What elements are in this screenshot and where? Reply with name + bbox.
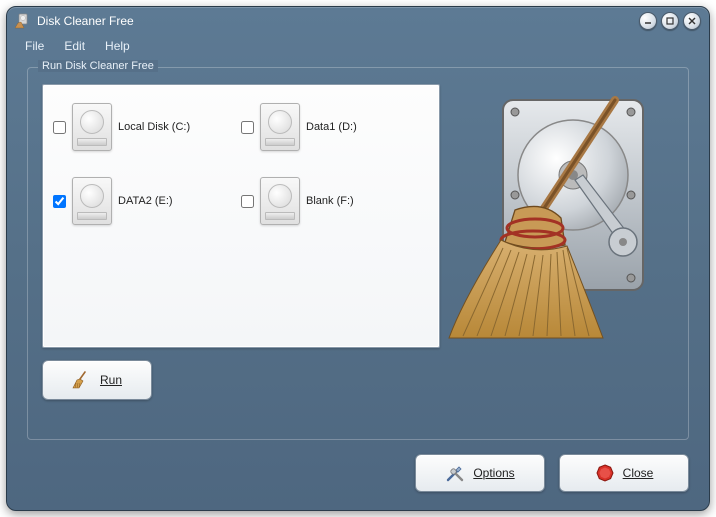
drive-label: Blank (F:) [306, 195, 354, 207]
options-button-label: Options [473, 466, 514, 480]
drive-label: DATA2 (E:) [118, 195, 173, 207]
drive-checkbox-d[interactable] [241, 121, 254, 134]
hdd-icon [260, 103, 300, 151]
window-controls [639, 12, 701, 30]
close-button-action[interactable]: Close [559, 454, 689, 492]
run-button[interactable]: Run [42, 360, 152, 400]
options-button[interactable]: Options [415, 454, 545, 492]
broom-icon [72, 371, 90, 389]
close-button-label: Close [623, 466, 654, 480]
hdd-icon [72, 177, 112, 225]
maximize-button[interactable] [661, 12, 679, 30]
options-icon [445, 463, 465, 483]
menubar: File Edit Help [7, 35, 709, 57]
group-box: Run Disk Cleaner Free Local Disk (C:) Da… [27, 67, 689, 440]
window-title: Disk Cleaner Free [37, 14, 639, 28]
menu-help[interactable]: Help [95, 37, 140, 55]
drive-checkbox-f[interactable] [241, 195, 254, 208]
drive-item: DATA2 (E:) [53, 171, 241, 231]
menu-file[interactable]: File [15, 37, 54, 55]
hdd-icon [72, 103, 112, 151]
drive-checkbox-c[interactable] [53, 121, 66, 134]
drive-item: Data1 (D:) [241, 97, 429, 157]
app-icon [15, 13, 31, 29]
run-button-label: Run [100, 373, 122, 387]
menu-edit[interactable]: Edit [54, 37, 95, 55]
drive-label: Data1 (D:) [306, 121, 357, 133]
titlebar: Disk Cleaner Free [7, 7, 709, 35]
bottom-buttons: Options Close [415, 454, 689, 492]
hdd-icon [260, 177, 300, 225]
app-window: Disk Cleaner Free File Edit Help Run Dis… [6, 6, 710, 511]
drive-checkbox-e[interactable] [53, 195, 66, 208]
drive-item: Blank (F:) [241, 171, 429, 231]
drive-label: Local Disk (C:) [118, 121, 190, 133]
group-label: Run Disk Cleaner Free [38, 60, 158, 72]
close-button[interactable] [683, 12, 701, 30]
drive-item: Local Disk (C:) [53, 97, 241, 157]
hero-disk-broom-icon [443, 80, 668, 350]
minimize-button[interactable] [639, 12, 657, 30]
close-icon [595, 463, 615, 483]
drives-panel: Local Disk (C:) Data1 (D:) DATA2 (E:) [42, 84, 440, 348]
